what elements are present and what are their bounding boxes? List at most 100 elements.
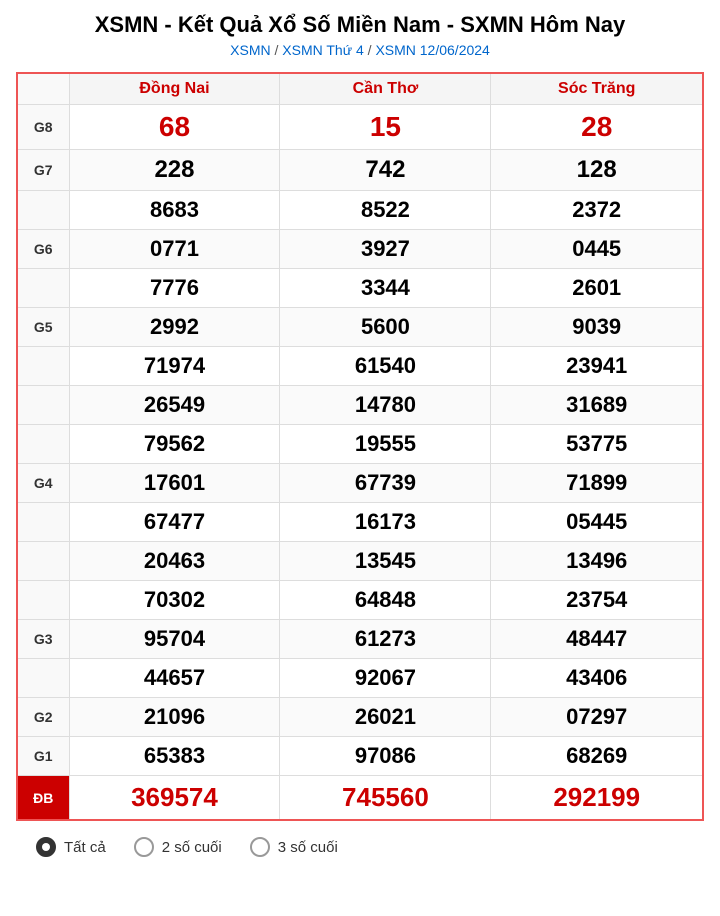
g2-v1: 21096: [69, 698, 280, 737]
filter-bar: Tất cả 2 số cuối 3 số cuối: [16, 837, 704, 857]
result-table: Đồng Nai Cần Thơ Sóc Trăng G8 68 15 28 G…: [16, 72, 704, 821]
g6-1-v1: 8683: [69, 191, 280, 230]
g8-v2: 15: [280, 105, 491, 150]
header-label-col: [17, 73, 69, 105]
g4-4-v2: 67739: [280, 464, 491, 503]
g2-v2: 26021: [280, 698, 491, 737]
label-g5: G5: [17, 308, 69, 347]
g7-v2: 742: [280, 150, 491, 191]
g6-2-v3: 0445: [491, 230, 703, 269]
label-g4-5: [17, 503, 69, 542]
g3-1-v1: 95704: [69, 620, 280, 659]
g4-7-v3: 23754: [491, 581, 703, 620]
header-dongNai: Đồng Nai: [69, 73, 280, 105]
table-row-g4-7: 70302 64848 23754: [17, 581, 703, 620]
g4-5-v2: 16173: [280, 503, 491, 542]
table-row-g1: G1 65383 97086 68269: [17, 737, 703, 776]
table-row-g4-5: 67477 16173 05445: [17, 503, 703, 542]
breadcrumb-link-xsmn[interactable]: XSMN: [230, 42, 270, 58]
g5-v3: 9039: [491, 308, 703, 347]
g3-2-v3: 43406: [491, 659, 703, 698]
g1-v2: 97086: [280, 737, 491, 776]
g4-2-v1: 26549: [69, 386, 280, 425]
breadcrumb-link-date[interactable]: XSMN 12/06/2024: [375, 42, 489, 58]
table-row-g3-1: G3 95704 61273 48447: [17, 620, 703, 659]
label-g4-7: [17, 581, 69, 620]
filter-all-label: Tất cả: [64, 839, 106, 856]
g4-4-v3: 71899: [491, 464, 703, 503]
header-canTho: Cần Thơ: [280, 73, 491, 105]
g4-1-v3: 23941: [491, 347, 703, 386]
g4-6-v1: 20463: [69, 542, 280, 581]
table-row-g4-2: 26549 14780 31689: [17, 386, 703, 425]
g6-3-v3: 2601: [491, 269, 703, 308]
label-g4-2: [17, 386, 69, 425]
label-g1: G1: [17, 737, 69, 776]
label-g7: G7: [17, 150, 69, 191]
g2-v3: 07297: [491, 698, 703, 737]
g3-1-v2: 61273: [280, 620, 491, 659]
g8-v1: 68: [69, 105, 280, 150]
g8-v3: 28: [491, 105, 703, 150]
label-g4-4: G4: [17, 464, 69, 503]
radio-3so[interactable]: [250, 837, 270, 857]
g4-5-v3: 05445: [491, 503, 703, 542]
table-row-g5: G5 2992 5600 9039: [17, 308, 703, 347]
g4-5-v1: 67477: [69, 503, 280, 542]
g4-3-v3: 53775: [491, 425, 703, 464]
label-g6-2: G6: [17, 230, 69, 269]
g3-2-v2: 92067: [280, 659, 491, 698]
g6-1-v3: 2372: [491, 191, 703, 230]
label-g4-6: [17, 542, 69, 581]
label-g4-1: [17, 347, 69, 386]
page-title: XSMN - Kết Quả Xổ Số Miền Nam - SXMN Hôm…: [16, 12, 704, 38]
g4-3-v1: 79562: [69, 425, 280, 464]
db-v3: 292199: [491, 776, 703, 821]
g6-2-v1: 0771: [69, 230, 280, 269]
page-wrapper: XSMN - Kết Quả Xổ Số Miền Nam - SXMN Hôm…: [0, 0, 720, 877]
breadcrumb: XSMN / XSMN Thứ 4 / XSMN 12/06/2024: [16, 42, 704, 58]
table-row-g6-3: 7776 3344 2601: [17, 269, 703, 308]
g7-v3: 128: [491, 150, 703, 191]
radio-2so[interactable]: [134, 837, 154, 857]
label-g2: G2: [17, 698, 69, 737]
table-row-g4-6: 20463 13545 13496: [17, 542, 703, 581]
radio-all[interactable]: [36, 837, 56, 857]
table-row-g6-2: G6 0771 3927 0445: [17, 230, 703, 269]
g1-v1: 65383: [69, 737, 280, 776]
g4-1-v2: 61540: [280, 347, 491, 386]
filter-3so[interactable]: 3 số cuối: [250, 837, 338, 857]
filter-all[interactable]: Tất cả: [36, 837, 106, 857]
label-db: ĐB: [17, 776, 69, 821]
g6-3-v2: 3344: [280, 269, 491, 308]
g4-1-v1: 71974: [69, 347, 280, 386]
g5-v1: 2992: [69, 308, 280, 347]
g7-v1: 228: [69, 150, 280, 191]
table-row-g3-2: 44657 92067 43406: [17, 659, 703, 698]
table-row-g7: G7 228 742 128: [17, 150, 703, 191]
label-g6-3: [17, 269, 69, 308]
filter-2so[interactable]: 2 số cuối: [134, 837, 222, 857]
g4-6-v3: 13496: [491, 542, 703, 581]
table-row-g4-1: 71974 61540 23941: [17, 347, 703, 386]
header-socTrang: Sóc Trăng: [491, 73, 703, 105]
g4-2-v2: 14780: [280, 386, 491, 425]
table-row-db: ĐB 369574 745560 292199: [17, 776, 703, 821]
label-g3-1: G3: [17, 620, 69, 659]
table-row-g8: G8 68 15 28: [17, 105, 703, 150]
label-g6-1: [17, 191, 69, 230]
label-g3-2: [17, 659, 69, 698]
g4-7-v1: 70302: [69, 581, 280, 620]
table-row-g6-1: 8683 8522 2372: [17, 191, 703, 230]
label-g8: G8: [17, 105, 69, 150]
db-v1: 369574: [69, 776, 280, 821]
g6-1-v2: 8522: [280, 191, 491, 230]
g4-6-v2: 13545: [280, 542, 491, 581]
breadcrumb-link-thu4[interactable]: XSMN Thứ 4: [282, 42, 363, 58]
g4-7-v2: 64848: [280, 581, 491, 620]
g6-2-v2: 3927: [280, 230, 491, 269]
db-v2: 745560: [280, 776, 491, 821]
g6-3-v1: 7776: [69, 269, 280, 308]
filter-2so-label: 2 số cuối: [162, 839, 222, 856]
g4-3-v2: 19555: [280, 425, 491, 464]
